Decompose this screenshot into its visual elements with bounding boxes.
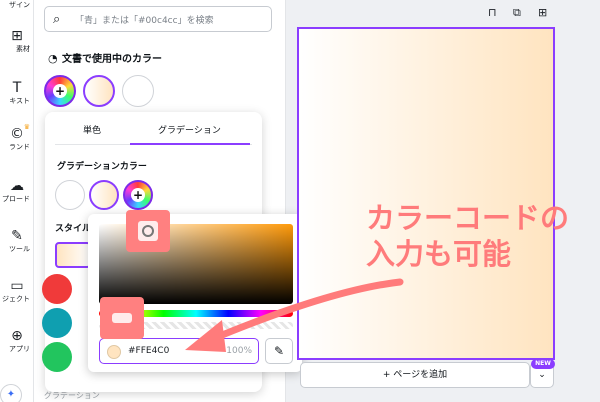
annotation-line-1: カラーコードの — [366, 201, 570, 235]
annotation-line-2: 入力も可能 — [366, 237, 512, 271]
arrow-head — [185, 320, 226, 352]
arrow-shaft — [206, 278, 404, 344]
